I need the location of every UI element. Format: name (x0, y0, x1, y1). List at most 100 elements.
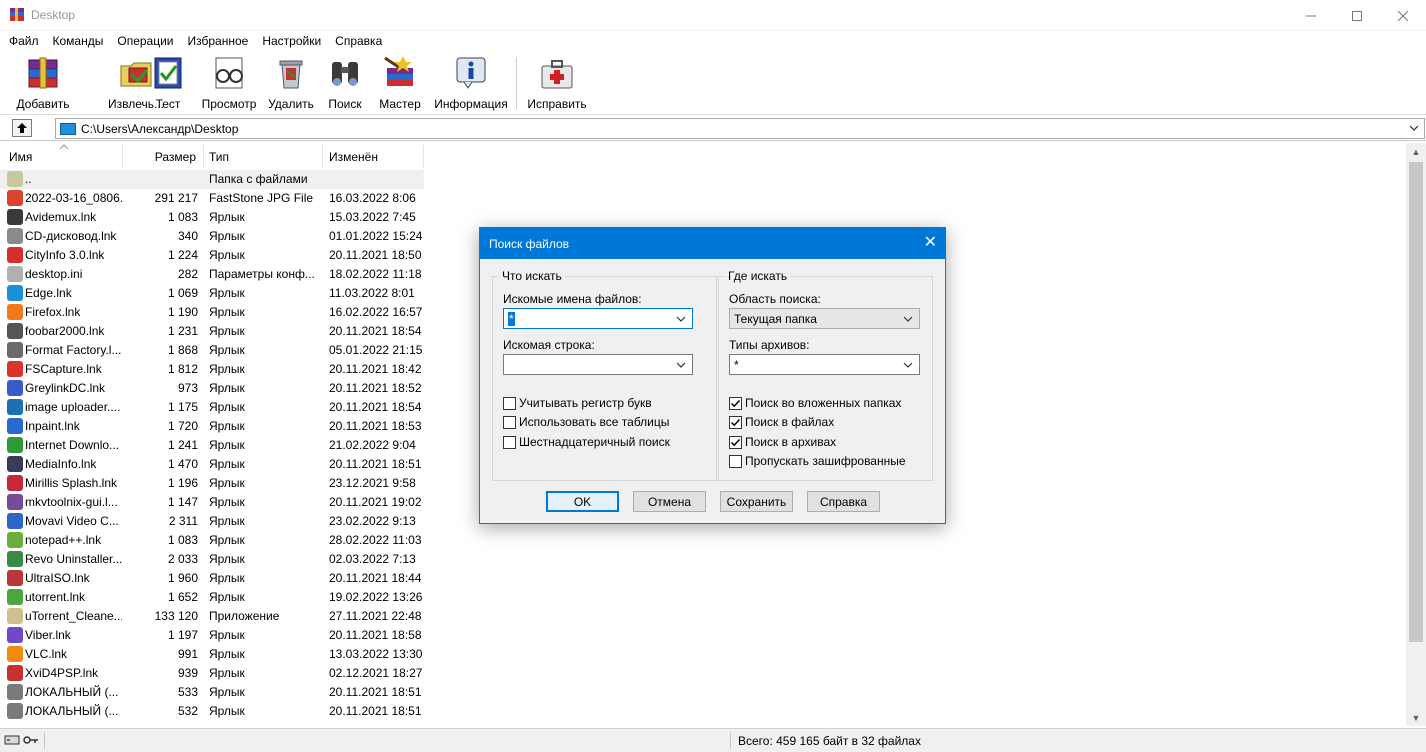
file-row[interactable]: Format Factory.l... 1 868 Ярлык 05.01.2022 … (0, 341, 424, 360)
file-row[interactable]: Mirillis Splash.lnk 1 196 Ярлык 23.12.2021 … (0, 474, 424, 493)
file-row[interactable]: utorrent.lnk 1 652 Ярлык 19.02.2022 13:26 (0, 588, 424, 607)
drive-status-icon[interactable] (4, 733, 20, 747)
filenames-combobox[interactable]: * (503, 308, 693, 329)
ok-button[interactable]: OK (546, 491, 619, 512)
file-row[interactable]: Inpaint.lnk 1 720 Ярлык 20.11.2021 18:53 (0, 417, 424, 436)
checkbox-box[interactable] (729, 415, 742, 429)
file-row[interactable]: image uploader.... 1 175 Ярлык 20.11.2021 1… (0, 398, 424, 417)
file-row[interactable]: UltraISO.lnk 1 960 Ярлык 20.11.2021 18:44 (0, 569, 424, 588)
checkbox-box[interactable] (503, 415, 516, 429)
repair-button[interactable]: Исправить (526, 53, 588, 111)
file-row[interactable]: ЛОКАЛЬНЫЙ (... 533 Ярлык 20.11.2021 18:51 (0, 683, 424, 702)
file-row[interactable]: MediaInfo.lnk 1 470 Ярлык 20.11.2021 18:51 (0, 455, 424, 474)
scroll-up-icon[interactable]: ▲ (1406, 143, 1426, 160)
vertical-scrollbar[interactable]: ▲ ▼ (1406, 143, 1426, 726)
menu-help[interactable]: Справка (328, 34, 389, 48)
file-row[interactable]: Viber.lnk 1 197 Ярлык 20.11.2021 18:58 (0, 626, 424, 645)
file-size: 1 960 (167, 571, 198, 585)
scrollbar-thumb[interactable] (1409, 162, 1423, 642)
cancel-button[interactable]: Отмена (633, 491, 706, 512)
file-row[interactable]: foobar2000.lnk 1 231 Ярлык 20.11.2021 18:54 (0, 322, 424, 341)
file-modified: 23.12.2021 9:58 (329, 476, 416, 490)
test-button[interactable]: Тест (150, 53, 186, 111)
file-row[interactable]: ЛОКАЛЬНЫЙ (... 532 Ярлык 20.11.2021 18:51 (0, 702, 424, 721)
wizard-button[interactable]: Мастер (377, 53, 423, 111)
what-to-find-group: Что искать (492, 269, 717, 481)
search-area-select[interactable]: Текущая папка (729, 308, 920, 329)
file-name: MediaInfo.lnk (25, 457, 97, 471)
hex-search-checkbox[interactable]: Шестнадцатеричный поиск (503, 435, 670, 449)
file-row[interactable]: 2022-03-16_0806... 291 217 FastStone JPG F… (0, 189, 424, 208)
chevron-down-icon[interactable] (1408, 122, 1420, 134)
file-modified: 16.02.2022 16:57 (329, 305, 423, 319)
chevron-down-icon[interactable] (675, 359, 687, 371)
file-row[interactable]: Avidemux.lnk 1 083 Ярлык 15.03.2022 7:45 (0, 208, 424, 227)
search-in-files-checkbox[interactable]: Поиск в файлах (729, 415, 834, 429)
key-icon[interactable] (23, 733, 39, 747)
checkbox-box[interactable] (503, 435, 516, 449)
menu-commands[interactable]: Команды (46, 34, 111, 48)
delete-button[interactable]: Удалить (266, 53, 316, 111)
column-modified[interactable]: Изменён (323, 145, 424, 169)
file-row[interactable]: Firefox.lnk 1 190 Ярлык 16.02.2022 16:57 (0, 303, 424, 322)
file-row[interactable]: Revo Uninstaller.... 2 033 Ярлык 02.03.2022… (0, 550, 424, 569)
chevron-down-icon[interactable] (675, 313, 687, 325)
file-modified: 20.11.2021 18:52 (329, 381, 422, 395)
view-button[interactable]: Просмотр (199, 53, 259, 111)
checkbox-box[interactable] (729, 454, 742, 468)
minimize-button[interactable] (1288, 0, 1334, 31)
close-icon[interactable]: ✕ (924, 235, 937, 251)
file-row[interactable]: VLC.lnk 991 Ярлык 13.03.2022 13:30 (0, 645, 424, 664)
archive-types-combobox[interactable]: * (729, 354, 920, 375)
menu-operations[interactable]: Операции (110, 34, 180, 48)
filenames-label: Искомые имена файлов: (503, 292, 642, 306)
checkbox-box[interactable] (729, 435, 742, 449)
path-combobox[interactable]: C:\Users\Александр\Desktop (55, 118, 1425, 139)
menu-settings[interactable]: Настройки (255, 34, 328, 48)
file-row[interactable]: Edge.lnk 1 069 Ярлык 11.03.2022 8:01 (0, 284, 424, 303)
close-button[interactable] (1380, 0, 1426, 31)
chevron-down-icon[interactable] (902, 313, 914, 325)
file-row[interactable]: notepad++.lnk 1 083 Ярлык 28.02.2022 11:03 (0, 531, 424, 550)
info-button[interactable]: Информация (433, 53, 509, 111)
search-in-archives-checkbox[interactable]: Поиск в архивах (729, 435, 836, 449)
column-name[interactable]: Имя (0, 144, 123, 169)
menu-favorites[interactable]: Избранное (181, 34, 256, 48)
use-all-tables-checkbox[interactable]: Использовать все таблицы (503, 415, 669, 429)
file-icon (7, 703, 23, 719)
case-sensitive-checkbox[interactable]: Учитывать регистр букв (503, 396, 652, 410)
file-size: 532 (177, 704, 198, 718)
maximize-button[interactable] (1334, 0, 1380, 31)
column-type[interactable]: Тип (204, 145, 323, 169)
file-row[interactable]: XviD4PSP.lnk 939 Ярлык 02.12.2021 18:27 (0, 664, 424, 683)
skip-encrypted-checkbox[interactable]: Пропускать зашифрованные (729, 454, 906, 468)
file-row[interactable]: GreylinkDC.lnk 973 Ярлык 20.11.2021 18:52 (0, 379, 424, 398)
file-row[interactable]: CD-дисковод.lnk 340 Ярлык 01.01.2022 15:24 (0, 227, 424, 246)
search-string-combobox[interactable] (503, 354, 693, 375)
where-to-find-group: Где искать (718, 269, 933, 481)
file-row[interactable]: uTorrent_Cleane... 133 120 Приложение 27.11… (0, 607, 424, 626)
file-row[interactable]: Internet Downlo... 1 241 Ярлык 21.02.2022 9… (0, 436, 424, 455)
file-row[interactable]: CityInfo 3.0.lnk 1 224 Ярлык 20.11.2021 18:… (0, 246, 424, 265)
checkbox-box[interactable] (729, 396, 742, 410)
checkbox-box[interactable] (503, 396, 516, 410)
file-row[interactable]: desktop.ini 282 Параметры конф... 18.02.202… (0, 265, 424, 284)
file-row[interactable]: mkvtoolnix-gui.l... 1 147 Ярлык 20.11.2021 … (0, 493, 424, 512)
file-modified: 02.12.2021 18:27 (329, 666, 423, 680)
chevron-down-icon[interactable] (902, 359, 914, 371)
add-button[interactable]: Добавить (15, 53, 71, 111)
file-row[interactable]: Movavi Video C... 2 311 Ярлык 23.02.2022 9:… (0, 512, 424, 531)
glasses-view-icon (209, 53, 249, 93)
file-row[interactable]: .. Папка с файлами (0, 170, 424, 189)
up-folder-button[interactable] (12, 119, 32, 137)
file-type: Приложение (209, 609, 280, 623)
help-button[interactable]: Справка (807, 491, 880, 512)
find-button[interactable]: Поиск (324, 53, 366, 111)
file-modified: 15.03.2022 7:45 (329, 210, 416, 224)
save-button[interactable]: Сохранить (720, 491, 793, 512)
scroll-down-icon[interactable]: ▼ (1406, 709, 1426, 726)
menu-file[interactable]: Файл (2, 34, 46, 48)
column-size[interactable]: Размер (123, 145, 204, 169)
file-row[interactable]: FSCapture.lnk 1 812 Ярлык 20.11.2021 18:42 (0, 360, 424, 379)
search-subfolders-checkbox[interactable]: Поиск во вложенных папках (729, 396, 901, 410)
